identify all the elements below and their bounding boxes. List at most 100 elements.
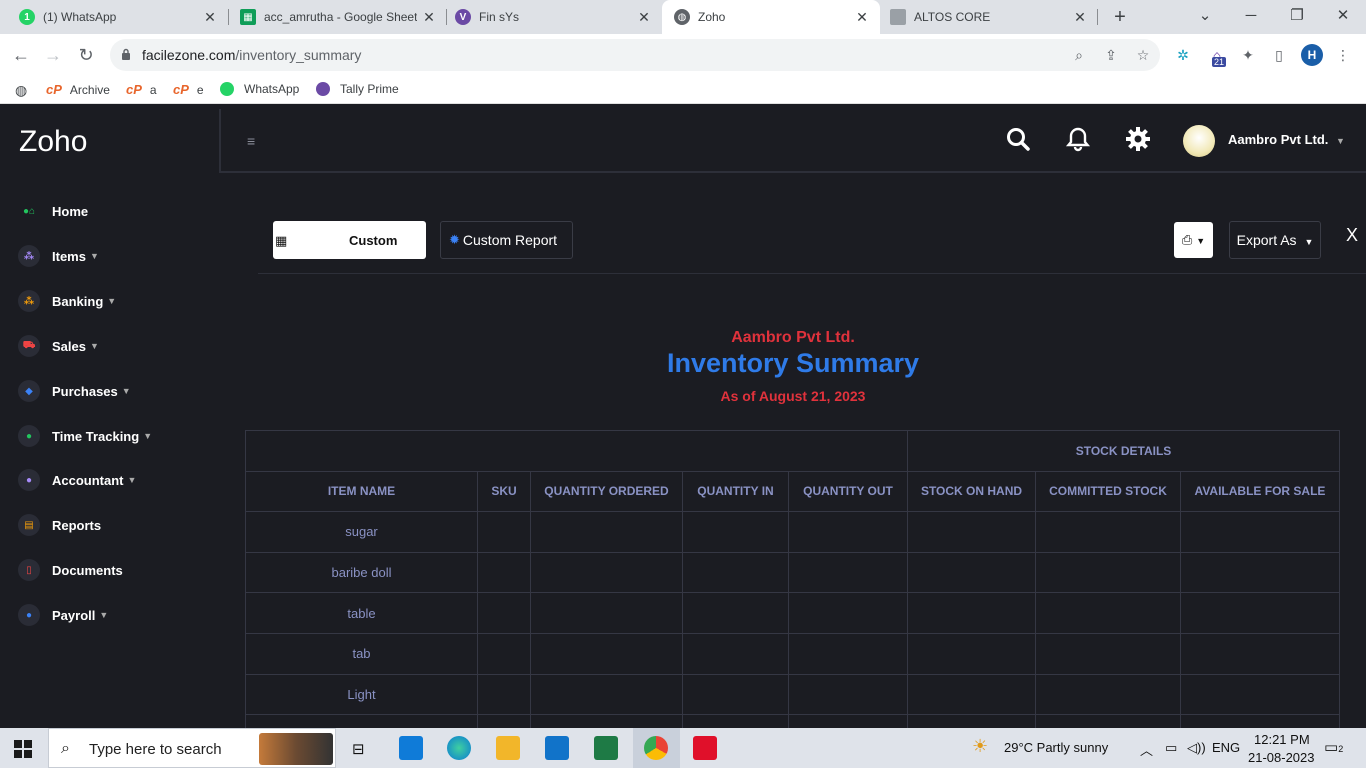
- mail-icon[interactable]: [545, 736, 569, 760]
- custom-report-button[interactable]: ✹ Custom Report: [440, 221, 573, 259]
- nav-banking[interactable]: ⁂ Banking ▼: [18, 289, 116, 313]
- col-quantity-out[interactable]: QUANTITY OUT: [788, 470, 908, 513]
- language-indicator[interactable]: ENG: [1212, 740, 1240, 755]
- apps-icon[interactable]: ◍: [15, 82, 27, 99]
- brand-logo[interactable]: Zoho: [19, 125, 87, 159]
- close-report-button[interactable]: X: [1346, 225, 1358, 246]
- back-icon[interactable]: ←: [9, 43, 33, 67]
- item-name-cell[interactable]: baribe doll: [245, 551, 478, 594]
- forward-icon[interactable]: →: [41, 43, 65, 67]
- hamburger-menu-icon[interactable]: ≡: [247, 133, 255, 149]
- company-avatar[interactable]: [1183, 125, 1215, 157]
- reload-icon[interactable]: ↻: [74, 43, 98, 67]
- col-quantity-in[interactable]: QUANTITY IN: [682, 470, 789, 513]
- browser-tab-whatsapp[interactable]: 1 (1) WhatsApp ✕: [0, 0, 228, 34]
- nav-time-tracking[interactable]: ● Time Tracking ▼: [18, 424, 152, 448]
- battery-icon[interactable]: ▭: [1165, 740, 1177, 756]
- weather-icon[interactable]: ☀: [972, 736, 988, 757]
- browser-tab-finsys[interactable]: V Fin sYs ✕: [436, 0, 662, 34]
- window-close-button[interactable]: ✕: [1323, 4, 1363, 28]
- browser-tab-altos[interactable]: ALTOS CORE ✕: [876, 0, 1098, 34]
- globe-icon: ◍: [674, 9, 690, 25]
- tab-title: (1) WhatsApp: [43, 10, 117, 24]
- search-highlight-image: [259, 733, 333, 765]
- altos-icon: [890, 9, 906, 25]
- notification-icon[interactable]: ▭2: [1324, 738, 1343, 756]
- report-icon: ▤: [18, 514, 40, 536]
- bookmark-a[interactable]: cP a: [126, 82, 157, 97]
- windows-taskbar: ⌕ Type here to search ⊟ ☀ 29°C Partly su…: [0, 728, 1366, 768]
- print-button[interactable]: ⎙ ▼: [1174, 222, 1213, 258]
- bookmark-archive[interactable]: cP Archive: [46, 82, 110, 97]
- export-button[interactable]: Export As ▼: [1229, 221, 1321, 259]
- zoom-icon[interactable]: ⌕: [1071, 47, 1087, 63]
- chevron-up-icon[interactable]: ︿: [1140, 740, 1153, 759]
- maximize-button[interactable]: ❐: [1277, 4, 1317, 28]
- nav-label: Payroll: [52, 607, 96, 623]
- yscan-icon[interactable]: [693, 736, 717, 760]
- nav-label: Accountant: [52, 472, 124, 488]
- search-icon[interactable]: [1005, 126, 1031, 152]
- col-quantity-ordered[interactable]: QUANTITY ORDERED: [530, 470, 683, 513]
- bookmark-tally[interactable]: Tally Prime: [316, 82, 399, 96]
- puzzle-icon[interactable]: ✦: [1238, 45, 1258, 65]
- nav-label: Purchases: [52, 383, 118, 399]
- close-tab-icon[interactable]: ✕: [850, 9, 874, 26]
- gear-icon[interactable]: [1125, 126, 1151, 152]
- col-committed-stock[interactable]: COMMITTED STOCK: [1035, 470, 1181, 513]
- chrome-icon[interactable]: [644, 736, 668, 760]
- nav-home[interactable]: ●⌂ Home: [18, 199, 88, 223]
- item-name-cell[interactable]: [245, 714, 478, 728]
- nav-purchases[interactable]: ◆ Purchases ▼: [18, 379, 131, 403]
- browser-tab-sheets[interactable]: ▦ acc_amrutha - Google Sheets ✕: [221, 0, 447, 34]
- company-switcher[interactable]: Aambro Pvt Ltd. ▼: [1228, 132, 1345, 147]
- bookmark-star-icon[interactable]: ☆: [1135, 47, 1151, 63]
- nav-payroll[interactable]: ● Payroll ▼: [18, 603, 108, 627]
- menu-kebab-icon[interactable]: ⋮: [1333, 45, 1353, 65]
- item-name-cell[interactable]: sugar: [245, 511, 478, 553]
- col-stock-on-hand[interactable]: STOCK ON HAND: [907, 470, 1036, 513]
- close-tab-icon[interactable]: ✕: [198, 9, 222, 26]
- item-name-cell[interactable]: Light: [245, 673, 478, 716]
- extension-icon[interactable]: ✲: [1173, 45, 1193, 65]
- volume-icon[interactable]: ◁)): [1187, 740, 1206, 756]
- payroll-icon: ●: [18, 604, 40, 626]
- col-sku[interactable]: SKU: [477, 470, 531, 513]
- edge-icon[interactable]: [447, 736, 471, 760]
- caret-down-icon: ▼: [121, 386, 131, 396]
- browser-tab-zoho[interactable]: ◍ Zoho ✕: [662, 0, 880, 34]
- weather-text[interactable]: 29°C Partly sunny: [1004, 740, 1108, 755]
- item-name-cell[interactable]: tab: [245, 632, 478, 675]
- bookmark-whatsapp[interactable]: WhatsApp: [220, 82, 299, 96]
- col-available-for-sale[interactable]: AVAILABLE FOR SALE: [1180, 470, 1340, 513]
- bell-icon[interactable]: [1065, 126, 1091, 152]
- close-tab-icon[interactable]: ✕: [1068, 9, 1092, 26]
- tab-search-icon[interactable]: ⌄: [1185, 4, 1225, 28]
- close-tab-icon[interactable]: ✕: [632, 9, 656, 26]
- profile-avatar[interactable]: H: [1301, 44, 1323, 66]
- taskbar-search[interactable]: ⌕ Type here to search: [48, 728, 336, 768]
- file-explorer-icon[interactable]: [496, 736, 520, 760]
- table-row: baribe doll: [245, 551, 1340, 594]
- nav-documents[interactable]: ▯ Documents: [18, 558, 123, 582]
- nav-items[interactable]: ⁂ Items ▼: [18, 244, 99, 268]
- col-item-name[interactable]: ITEM NAME: [245, 470, 478, 513]
- windows-start-icon[interactable]: [14, 740, 32, 758]
- basket-icon: ◆: [18, 380, 40, 402]
- share-icon[interactable]: ⇪: [1103, 47, 1119, 63]
- excel-icon[interactable]: [594, 736, 618, 760]
- nav-accountant[interactable]: ● Accountant ▼: [18, 468, 136, 492]
- task-view-icon[interactable]: ⊟: [352, 740, 365, 758]
- date-range-button[interactable]: ▦ Custom: [273, 221, 426, 259]
- nav-reports[interactable]: ▤ Reports: [18, 513, 101, 537]
- nav-sales[interactable]: ⛟ Sales ▼: [18, 334, 99, 358]
- minimize-button[interactable]: ─: [1231, 4, 1271, 28]
- address-bar[interactable]: facilezone.com/inventory_summary ⌕ ⇪ ☆: [110, 39, 1160, 71]
- new-tab-button[interactable]: +: [1108, 5, 1132, 29]
- sidepanel-icon[interactable]: ▯: [1269, 45, 1289, 65]
- clock-time[interactable]: 12:21 PM: [1254, 732, 1310, 747]
- store-icon[interactable]: [399, 736, 423, 760]
- bookmark-e[interactable]: cP e: [173, 82, 204, 97]
- clock-date[interactable]: 21-08-2023: [1248, 750, 1315, 765]
- item-name-cell[interactable]: table: [245, 592, 478, 634]
